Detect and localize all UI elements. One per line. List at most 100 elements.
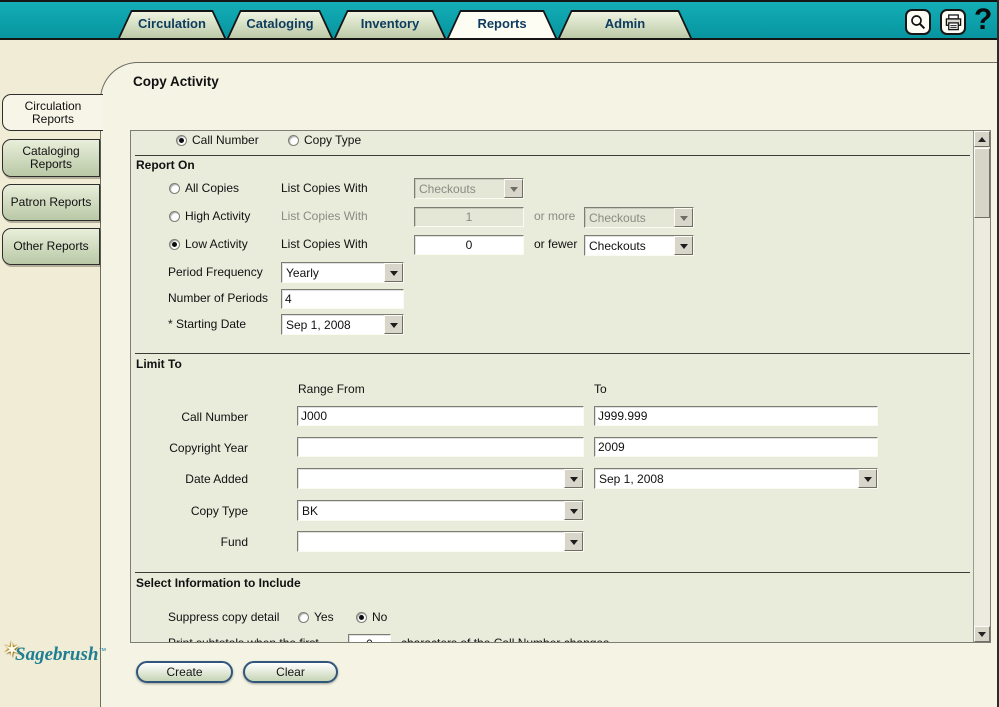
all-copies-radio[interactable] — [169, 183, 180, 194]
list-copies-with-label: List Copies With — [281, 209, 368, 223]
dropdown-value: Sep 1, 2008 — [286, 318, 351, 332]
date-added-to-dropdown[interactable]: Sep 1, 2008 — [594, 468, 878, 489]
vertical-scrollbar[interactable] — [973, 131, 990, 642]
app-window: Copy Activity Circulation Cataloging Inv… — [0, 0, 999, 707]
low-activity-label: Low Activity — [185, 237, 248, 251]
chevron-down-icon[interactable] — [384, 263, 403, 282]
chevron-down-icon[interactable] — [564, 532, 583, 551]
list-copies-with-label: List Copies With — [281, 237, 368, 251]
sidebar-item-label: Cataloging Reports — [22, 144, 80, 171]
report-options-form: Call Number Copy Type Report On All Copi… — [130, 130, 991, 643]
sagebrush-logo: ✶ Sagebrush™ — [3, 639, 107, 666]
dropdown-value: Sep 1, 2008 — [599, 472, 664, 486]
copyright-year-from-input[interactable] — [297, 437, 584, 457]
subtotals-characters-input[interactable]: 0 — [348, 634, 391, 642]
chevron-up-icon — [978, 133, 986, 142]
sidebar-item-circulation-reports[interactable]: Circulation Reports — [2, 94, 103, 131]
sidebar-item-label: Other Reports — [13, 239, 89, 253]
help-button[interactable]: ? — [974, 3, 992, 37]
chevron-down-icon[interactable] — [564, 501, 583, 520]
section-divider — [135, 155, 970, 156]
call-number-from-input[interactable]: J000 — [297, 406, 584, 426]
select-info-heading: Select Information to Include — [136, 576, 301, 590]
print-icon — [945, 13, 961, 30]
chevron-down-icon[interactable] — [564, 469, 583, 488]
chevron-down-icon[interactable] — [384, 315, 403, 334]
scrollbar-thumb[interactable] — [974, 148, 990, 218]
dropdown-value: Checkouts — [589, 211, 646, 225]
dropdown-value — [298, 469, 564, 488]
range-from-column-header: Range From — [298, 382, 365, 396]
limit-to-heading: Limit To — [136, 357, 182, 371]
low-activity-count-input[interactable]: 0 — [414, 235, 524, 255]
search-button[interactable] — [905, 9, 931, 35]
logo-text: Sagebrush — [15, 644, 99, 665]
dropdown-value: Yearly — [286, 266, 319, 280]
tab-reports[interactable]: Reports — [447, 10, 557, 38]
starting-date-label: * Starting Date — [168, 317, 247, 331]
section-divider — [135, 572, 970, 573]
limit-call-number-label: Call Number — [181, 410, 248, 424]
suppress-yes-radio[interactable] — [298, 612, 309, 623]
dropdown-value — [298, 532, 564, 551]
dropdown-value: Checkouts — [589, 239, 646, 253]
limit-date-added-label: Date Added — [185, 472, 248, 486]
tab-circulation[interactable]: Circulation — [118, 10, 226, 38]
sidebar-item-label: Circulation Reports — [24, 98, 82, 126]
period-frequency-dropdown[interactable]: Yearly — [281, 262, 404, 283]
low-activity-unit-dropdown[interactable]: Checkouts — [584, 235, 694, 256]
copy-type-dropdown[interactable]: BK — [297, 500, 584, 521]
subtotals-suffix-label: characters of the Call Number changes. — [401, 636, 613, 643]
chevron-down-icon[interactable] — [674, 236, 693, 255]
high-activity-radio[interactable] — [169, 211, 180, 222]
top-navigation-bar: Circulation Cataloging Inventory Reports… — [0, 0, 999, 40]
search-icon — [911, 15, 926, 30]
chevron-down-icon — [504, 179, 523, 198]
low-activity-radio[interactable] — [169, 239, 180, 250]
scroll-up-button[interactable] — [974, 131, 990, 147]
scroll-down-button[interactable] — [974, 626, 990, 642]
tab-inventory[interactable]: Inventory — [334, 10, 446, 38]
page-title: Copy Activity — [133, 74, 219, 89]
create-button[interactable]: Create — [136, 661, 233, 683]
suppress-no-label: No — [372, 610, 388, 624]
chevron-down-icon[interactable] — [858, 469, 877, 488]
all-copies-unit-dropdown: Checkouts — [414, 178, 524, 199]
chevron-down-icon — [978, 631, 986, 641]
tab-circulation-label: Circulation — [138, 16, 206, 31]
sidebar-item-label: Patron Reports — [10, 195, 92, 209]
number-of-periods-label: Number of Periods — [168, 291, 269, 305]
copy-type-radio[interactable] — [288, 135, 299, 146]
fund-dropdown[interactable] — [297, 531, 584, 552]
call-number-radio[interactable] — [176, 135, 187, 146]
suppress-yes-label: Yes — [314, 610, 334, 624]
or-fewer-label: or fewer — [534, 237, 578, 251]
copyright-year-to-input[interactable]: 2009 — [594, 437, 878, 457]
sidebar-item-patron-reports[interactable]: Patron Reports — [2, 184, 100, 221]
sidebar-item-other-reports[interactable]: Other Reports — [2, 228, 100, 265]
clear-button[interactable]: Clear — [243, 661, 338, 683]
report-on-heading: Report On — [136, 158, 195, 172]
limit-fund-label: Fund — [220, 535, 248, 549]
call-number-radio-label: Call Number — [192, 133, 259, 147]
limit-copy-type-label: Copy Type — [190, 504, 248, 518]
tab-admin[interactable]: Admin — [558, 10, 692, 38]
suppress-no-radio[interactable] — [356, 612, 367, 623]
suppress-copy-detail-label: Suppress copy detail — [168, 610, 280, 624]
number-of-periods-input[interactable]: 4 — [281, 289, 404, 309]
list-copies-with-label: List Copies With — [281, 181, 368, 195]
logo-trademark: ™ — [98, 646, 107, 656]
copy-type-radio-label: Copy Type — [304, 133, 362, 147]
tab-cataloging[interactable]: Cataloging — [227, 10, 333, 38]
all-copies-label: All Copies — [185, 181, 240, 195]
star-icon: ✶ — [3, 639, 21, 662]
or-more-label: or more — [534, 209, 576, 223]
sidebar-item-cataloging-reports[interactable]: Cataloging Reports — [2, 139, 100, 177]
subtotals-prefix-label: Print subtotals when the first — [168, 636, 319, 643]
period-frequency-label: Period Frequency — [168, 265, 263, 279]
print-button[interactable] — [940, 9, 966, 35]
date-added-from-dropdown[interactable] — [297, 468, 584, 489]
tab-cataloging-label: Cataloging — [246, 16, 314, 31]
starting-date-dropdown[interactable]: Sep 1, 2008 — [281, 314, 404, 335]
call-number-to-input[interactable]: J999.999 — [594, 406, 878, 426]
